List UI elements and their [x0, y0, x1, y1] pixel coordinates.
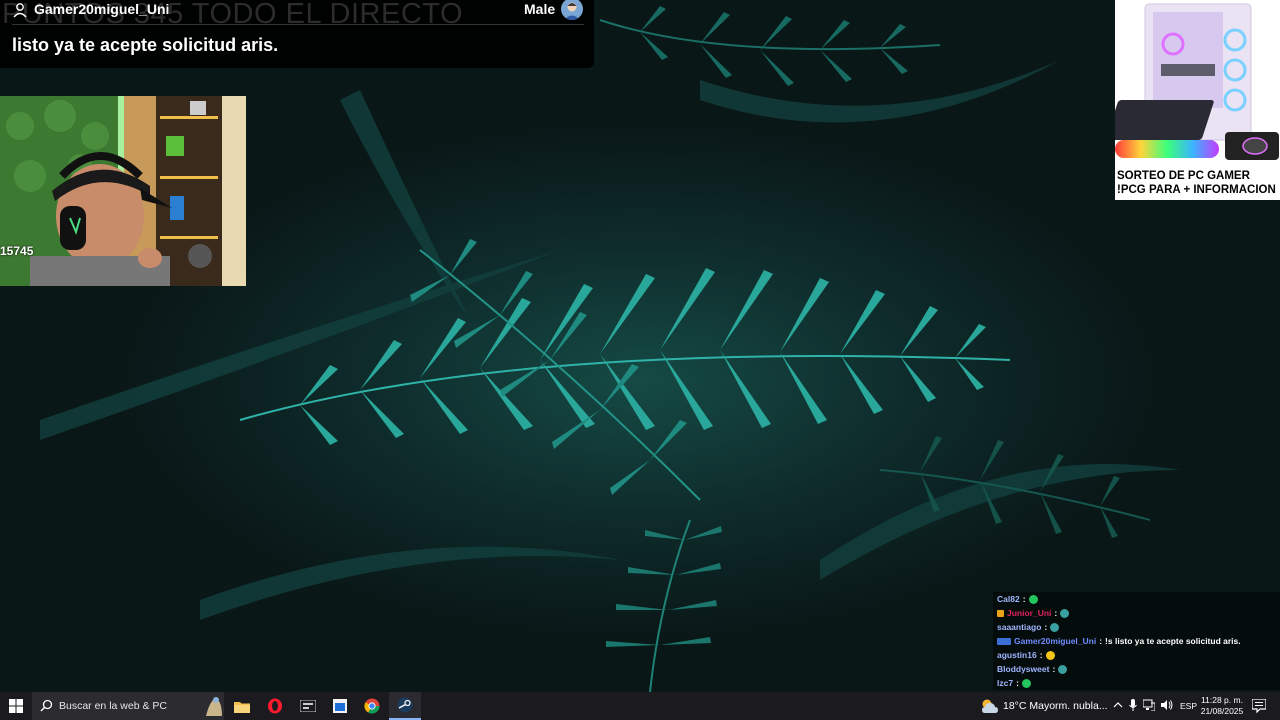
- chat-message: Gamer20miguel_Uni: !s listo ya te acepte…: [997, 634, 1241, 648]
- chat-username: Gamer20miguel_Uni: [1014, 636, 1097, 646]
- media-app-icon: [300, 700, 316, 712]
- alert-username: Gamer20miguel_Uni: [34, 1, 170, 17]
- gaming-pc-image: [1106, 0, 1280, 168]
- taskbar-app-window[interactable]: [324, 692, 356, 720]
- ad-title: SORTEO DE PC GAMER: [1117, 170, 1250, 182]
- taskbar: Buscar en la web & PC 18°C Mayorm. nubla…: [0, 692, 1280, 720]
- emote-icon: [1028, 594, 1038, 604]
- chevron-up-icon[interactable]: [1113, 700, 1123, 710]
- microphone-icon[interactable]: [1129, 699, 1137, 711]
- chat-message: agustin16:: [997, 648, 1055, 662]
- window-app-icon: [333, 699, 347, 713]
- opera-icon: [268, 698, 282, 714]
- search-placeholder: Buscar en la web & PC: [59, 700, 167, 712]
- weather-cloud-icon[interactable]: [980, 698, 1000, 714]
- steam-icon: [397, 697, 413, 713]
- emote-icon: [1050, 622, 1060, 632]
- ad-subtitle: !PCG PARA + INFORMACION: [1117, 184, 1276, 196]
- webcam-feed: 15745: [0, 96, 246, 286]
- voice-avatar-icon: [561, 0, 583, 20]
- chat-message: lzc7:: [997, 676, 1031, 690]
- chat-message: Cal82:: [997, 592, 1038, 606]
- chat-username: lzc7: [997, 678, 1014, 688]
- weather-text[interactable]: 18°C Mayorm. nubla...: [1003, 700, 1108, 712]
- folder-icon: [234, 701, 250, 713]
- search-highlight-icon: [206, 697, 222, 716]
- notification-icon[interactable]: [1252, 699, 1266, 713]
- alert-voice-label: Male: [524, 1, 556, 17]
- tts-alert-box: PUNTOS 345 TODO EL DIRECTO Gamer20miguel…: [0, 0, 594, 68]
- chat-username: saaantiago: [997, 622, 1042, 632]
- badge-icon: [997, 609, 1004, 617]
- chat-message: Bloddysweet:: [997, 662, 1068, 676]
- chat-text: !s listo ya te acepte solicitud aris.: [1105, 636, 1241, 646]
- taskbar-search-box[interactable]: Buscar en la web & PC: [32, 692, 224, 720]
- user-icon: [13, 3, 27, 18]
- search-icon: [40, 699, 53, 712]
- start-button[interactable]: [0, 692, 32, 720]
- chat-username: Cal82: [997, 594, 1020, 604]
- chat-username: Junior_Uni: [1007, 608, 1052, 618]
- emote-icon: [1060, 608, 1070, 618]
- taskbar-steam[interactable]: [389, 692, 421, 720]
- taskbar-app-media[interactable]: [292, 692, 324, 720]
- network-icon[interactable]: [1143, 699, 1155, 711]
- pc-giveaway-ad: SORTEO DE PC GAMER !PCG PARA + INFORMACI…: [1106, 0, 1280, 200]
- windows-icon: [9, 699, 23, 713]
- emote-icon: [1058, 664, 1068, 674]
- clock[interactable]: 11:28 p. m. 21/08/2025: [1200, 695, 1244, 717]
- chat-username: Bloddysweet: [997, 664, 1050, 674]
- taskbar-chrome[interactable]: [356, 692, 388, 720]
- alert-message: listo ya te acepte solicitud aris.: [12, 35, 279, 55]
- chat-username: agustin16: [997, 650, 1037, 660]
- streamer-photo: [0, 96, 246, 286]
- language-indicator[interactable]: ESP: [1180, 701, 1197, 711]
- chat-message: saaantiago:: [997, 620, 1060, 634]
- emote-icon: [1021, 678, 1031, 688]
- webcam-points-count: 15745: [0, 244, 34, 258]
- chat-message: Junior_Uni:: [997, 606, 1070, 620]
- volume-icon[interactable]: [1161, 699, 1173, 711]
- chat-overlay: Cal82: Junior_Uni: saaantiago: Gamer20mi…: [993, 592, 1280, 690]
- chrome-icon: [364, 698, 380, 714]
- clock-date: 21/08/2025: [1200, 706, 1244, 716]
- badge-icon: [997, 637, 1011, 645]
- system-tray: [1113, 699, 1173, 711]
- clock-time: 11:28 p. m.: [1201, 695, 1243, 705]
- taskbar-file-explorer[interactable]: [226, 692, 258, 720]
- emote-icon: [1045, 650, 1055, 660]
- alert-divider: [12, 24, 584, 25]
- taskbar-opera[interactable]: [259, 692, 291, 720]
